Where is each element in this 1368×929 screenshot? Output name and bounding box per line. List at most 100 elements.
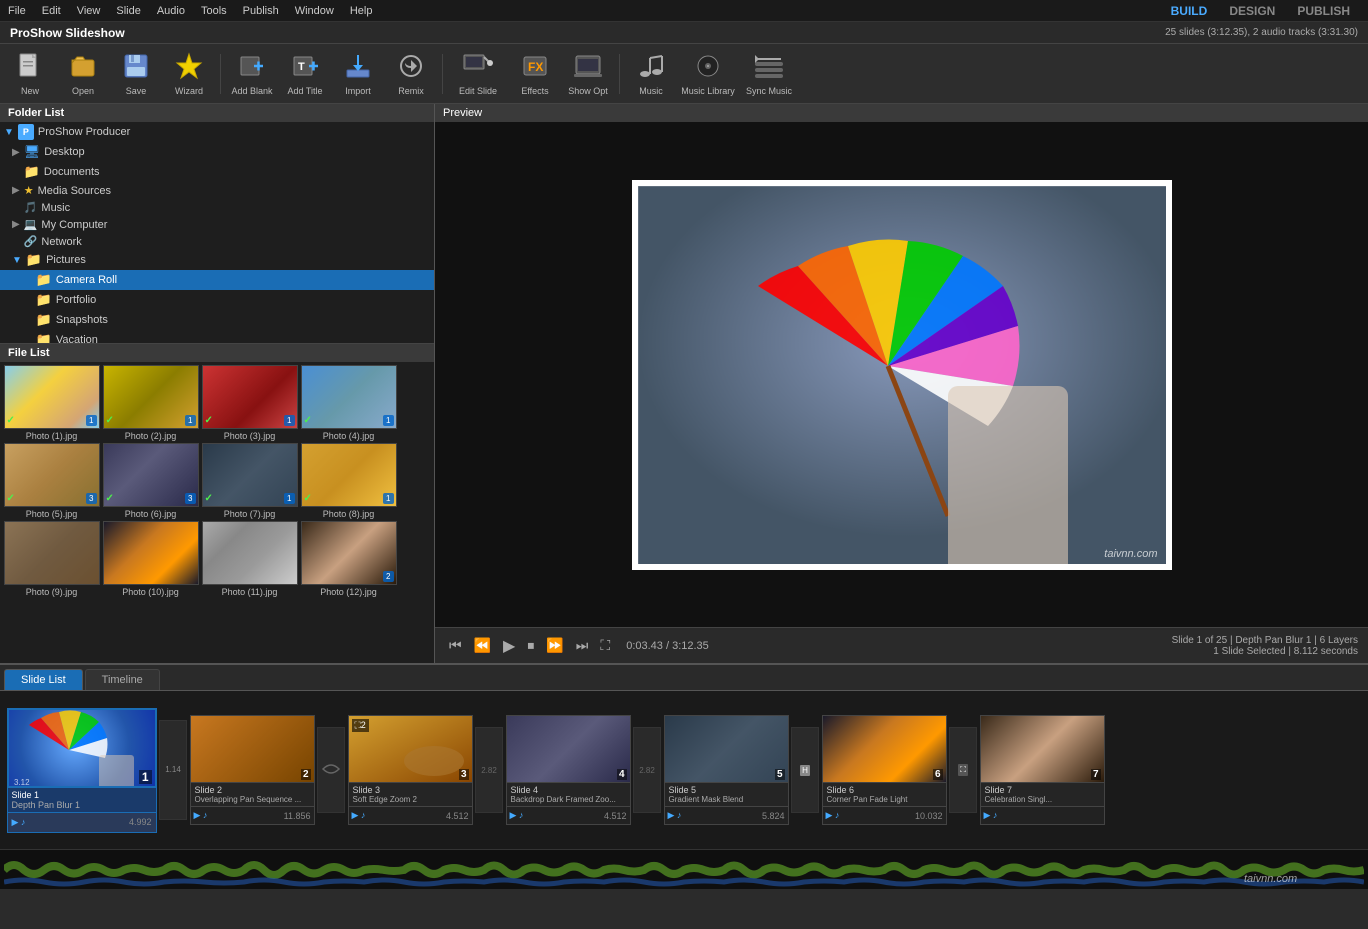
slide-3-label: Slide 3 [353, 785, 468, 795]
slide-item-3[interactable]: ⛶2 3 Slide 3 Soft Edge Zoom 2 ▶ ♪ 4.512 [345, 715, 475, 825]
folder-media-sources[interactable]: ▶ ★ Media Sources [0, 182, 434, 199]
vacation-icon: 📁 [36, 332, 52, 343]
transition-5[interactable]: H [791, 727, 819, 813]
menu-tools[interactable]: Tools [193, 3, 235, 19]
transition-2-icon [321, 759, 341, 779]
skip-to-end-button[interactable]: ⏭ [572, 635, 593, 656]
my-computer-icon: 💻 [24, 218, 38, 231]
folder-documents[interactable]: ▶ 📁 Documents [0, 162, 434, 182]
save-button[interactable]: Save [110, 48, 162, 100]
transition-4[interactable]: 2.82 [633, 727, 661, 813]
open-button[interactable]: Open [57, 48, 109, 100]
edit-slide-icon [462, 52, 494, 84]
effects-button[interactable]: FX Effects [509, 48, 561, 100]
slide-item-6[interactable]: 6 Slide 6 Corner Pan Fade Light ▶ ♪ 10.0… [819, 715, 949, 825]
new-button[interactable]: New [4, 48, 56, 100]
file-photo-10[interactable]: Photo (10).jpg [102, 521, 199, 597]
slide-3-number: 3 [459, 769, 469, 780]
frame-forward-button[interactable]: ⏩ [542, 635, 567, 656]
svg-text:FX: FX [528, 60, 543, 74]
folder-proshow-producer[interactable]: ▼ P ProShow Producer [0, 122, 434, 142]
file-photo-8[interactable]: ✓ 1 Photo (8).jpg [300, 443, 397, 519]
pictures-expand-icon: ▼ [12, 255, 22, 266]
remix-label: Remix [398, 86, 424, 96]
photo-5-name: Photo (5).jpg [4, 509, 100, 519]
menu-file[interactable]: File [0, 3, 34, 19]
slide-item-2[interactable]: 2 Slide 2 Overlapping Pan Sequence ... ▶… [187, 715, 317, 825]
mode-publish-button[interactable]: PUBLISH [1287, 4, 1360, 18]
file-photo-2[interactable]: ✓ 1 Photo (2).jpg [102, 365, 199, 441]
menu-window[interactable]: Window [287, 3, 342, 19]
transition-3[interactable]: 2.82 [475, 727, 503, 813]
skip-to-start-button[interactable]: ⏮ [445, 635, 466, 656]
slide-2-label: Slide 2 [195, 785, 310, 795]
file-photo-5[interactable]: ✓ 3 Photo (5).jpg [3, 443, 100, 519]
slide-4-icons: ▶ ♪ [510, 810, 524, 821]
slide-item-4[interactable]: 4 Slide 4 Backdrop Dark Framed Zoo... ▶ … [503, 715, 633, 825]
file-photo-7[interactable]: ✓ 1 Photo (7).jpg [201, 443, 298, 519]
photo-5-badge: 3 [86, 493, 96, 504]
file-photo-6[interactable]: ✓ 3 Photo (6).jpg [102, 443, 199, 519]
folder-pictures[interactable]: ▼ 📁 Pictures [0, 250, 434, 270]
rewind-button[interactable]: ⏪ [470, 635, 495, 656]
edit-slide-button[interactable]: Edit Slide [448, 48, 508, 100]
folder-network[interactable]: ▶ 🔗 Network [0, 233, 434, 250]
save-icon [122, 52, 150, 84]
play-button[interactable]: ▶ [499, 634, 519, 658]
mode-build-button[interactable]: BUILD [1161, 4, 1218, 18]
slide-item-1[interactable]: 3.12 1 Slide 1 Depth Pan Blur 1 ▶ ♪ 4.99… [4, 708, 159, 833]
documents-icon: 📁 [24, 164, 40, 180]
camera-roll-icon: 📁 [36, 272, 52, 288]
menu-help[interactable]: Help [342, 3, 381, 19]
folder-music-label: Music [41, 202, 70, 214]
wizard-button[interactable]: Wizard [163, 48, 215, 100]
mode-design-button[interactable]: DESIGN [1219, 4, 1285, 18]
tab-timeline[interactable]: Timeline [85, 669, 160, 690]
folder-my-computer[interactable]: ▶ 💻 My Computer [0, 216, 434, 233]
add-title-button[interactable]: T Add Title [279, 48, 331, 100]
photo-3-name: Photo (3).jpg [202, 431, 298, 441]
folder-camera-roll[interactable]: ▶ 📁 Camera Roll [0, 270, 434, 290]
folder-portfolio[interactable]: ▶ 📁 Portfolio [0, 290, 434, 310]
file-photo-9[interactable]: Photo (9).jpg [3, 521, 100, 597]
add-blank-button[interactable]: Add Blank [226, 48, 278, 100]
remix-button[interactable]: Remix [385, 48, 437, 100]
music-library-button[interactable]: Music Library [678, 48, 738, 100]
fullscreen-button[interactable]: ⛶ [596, 635, 614, 656]
transition-1[interactable]: 1.14 [159, 720, 187, 820]
menu-slide[interactable]: Slide [108, 3, 148, 19]
slide-6-icons: ▶ ♪ [826, 810, 840, 821]
menu-audio[interactable]: Audio [149, 3, 193, 19]
file-photo-4[interactable]: ✓ 1 Photo (4).jpg [300, 365, 397, 441]
folder-snapshots[interactable]: ▶ 📁 Snapshots [0, 310, 434, 330]
file-photo-1[interactable]: ✓ 1 Photo (1).jpg [3, 365, 100, 441]
menu-view[interactable]: View [69, 3, 109, 19]
sync-music-button[interactable]: Sync Music [739, 48, 799, 100]
slide-5-number: 5 [775, 769, 785, 780]
file-photo-3[interactable]: ✓ 1 Photo (3).jpg [201, 365, 298, 441]
add-blank-icon [238, 52, 266, 84]
music-button[interactable]: Music [625, 48, 677, 100]
sync-music-label: Sync Music [746, 86, 792, 96]
save-label: Save [126, 86, 147, 96]
folder-vacation[interactable]: ▶ 📁 Vacation [0, 330, 434, 343]
file-photo-12[interactable]: 2 Photo (12).jpg [300, 521, 397, 597]
transition-6[interactable]: ⛶ [949, 727, 977, 813]
stop-button[interactable]: ⏹ [523, 635, 538, 656]
slide-item-7[interactable]: 7 Slide 7 Celebration Singl... ▶ ♪ [977, 715, 1107, 825]
photo-6-check: ✓ [106, 493, 114, 504]
import-button[interactable]: Import [332, 48, 384, 100]
new-label: New [21, 86, 39, 96]
tab-slide-list[interactable]: Slide List [4, 669, 83, 690]
slide-item-5[interactable]: 5 Slide 5 Gradient Mask Blend ▶ ♪ 5.824 [661, 715, 791, 825]
watermark: taivnn.com [1104, 548, 1157, 560]
transition-2[interactable] [317, 727, 345, 813]
menu-publish[interactable]: Publish [235, 3, 287, 19]
menu-edit[interactable]: Edit [34, 3, 69, 19]
folder-music[interactable]: ▶ 🎵 Music [0, 199, 434, 216]
folder-desktop[interactable]: ▶ 🖥 Desktop [0, 142, 434, 162]
file-photo-11[interactable]: Photo (11).jpg [201, 521, 298, 597]
preview-image: taivnn.com [632, 180, 1172, 570]
add-title-label: Add Title [287, 86, 322, 96]
show-opt-button[interactable]: Show Opt [562, 48, 614, 100]
